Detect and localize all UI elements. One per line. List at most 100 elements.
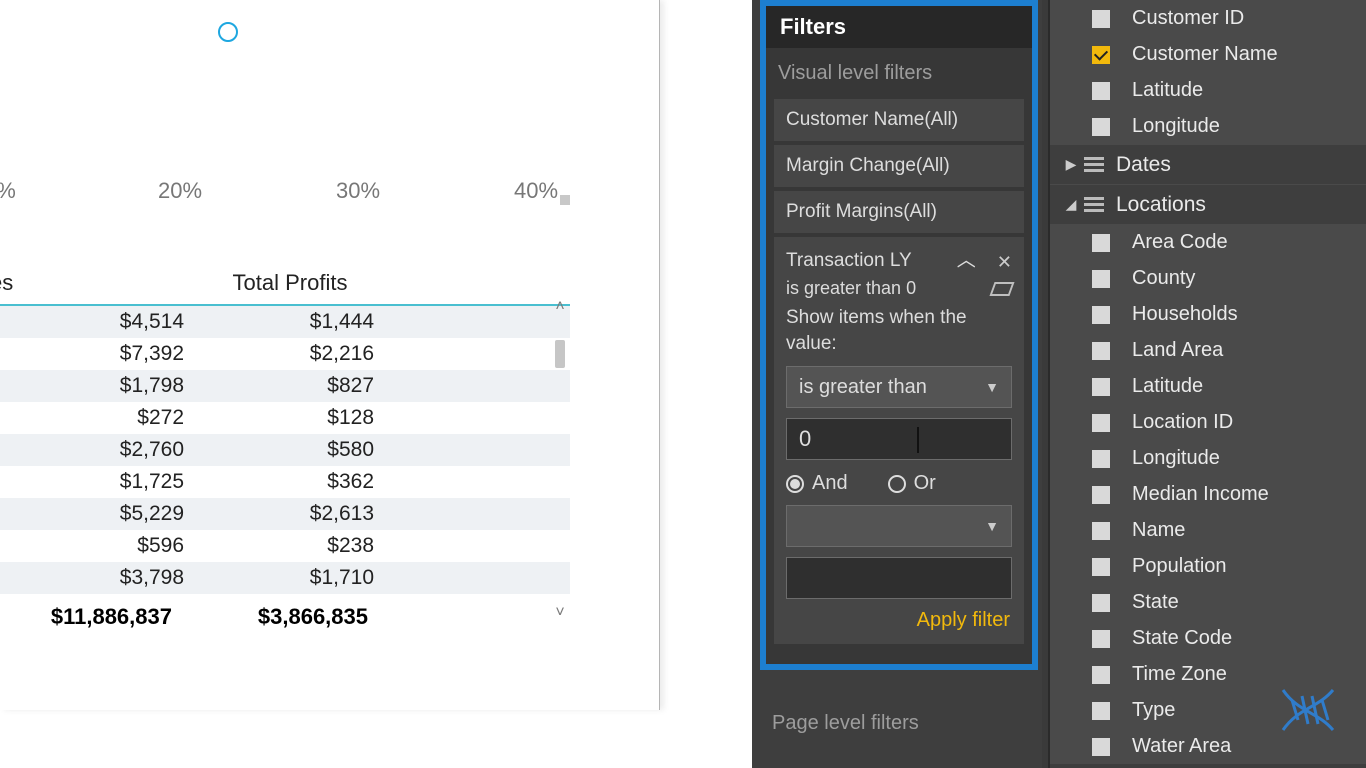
checkbox-icon[interactable] (1092, 414, 1110, 432)
cell: $4,514 (26, 310, 196, 334)
clear-filter-icon[interactable] (989, 282, 1014, 296)
cell: $238 (196, 534, 386, 558)
radio-or[interactable]: Or (888, 472, 936, 495)
table-row[interactable]: $1,725$362 (0, 466, 570, 498)
cell: $827 (196, 374, 386, 398)
field-customer-name[interactable]: Customer Name (1050, 36, 1366, 72)
col-header[interactable]: Total Profits (190, 270, 390, 296)
filter-condition-text: is greater than 0 (786, 278, 916, 299)
table-dates[interactable]: ▶Dates (1050, 144, 1366, 184)
scatter-chart[interactable]: % 20% 30% 40% (0, 0, 570, 230)
field-state-code[interactable]: State Code (1050, 620, 1366, 656)
checkbox-icon[interactable] (1092, 594, 1110, 612)
table-row[interactable]: $7,392$2,216 (0, 338, 570, 370)
checkbox-icon[interactable] (1092, 46, 1110, 64)
field-households[interactable]: Households (1050, 296, 1366, 332)
field-time-zone[interactable]: Time Zone (1050, 656, 1366, 692)
filter-card-profit-margins[interactable]: Profit Margins(All) (774, 191, 1024, 233)
table-body: $4,514$1,444$7,392$2,216$1,798$827$272$1… (0, 306, 570, 594)
total-cell: $3,866,835 (190, 604, 380, 630)
radio-and[interactable]: And (786, 472, 848, 495)
fields-pane: Customer IDCustomer Name Latitude Longitud… (1048, 0, 1366, 768)
checkbox-icon[interactable] (1092, 630, 1110, 648)
x-tick: 20% (158, 178, 202, 204)
checkbox-icon[interactable] (1092, 558, 1110, 576)
expand-icon[interactable]: ▶ (1064, 156, 1078, 173)
x-tick: % (0, 178, 16, 204)
checkbox-icon[interactable] (1092, 306, 1110, 324)
table-row[interactable]: $4,514$1,444 (0, 306, 570, 338)
field-label: Latitude (1132, 79, 1203, 102)
visual-level-filters-label: Visual level filters (766, 48, 1032, 95)
field-longitude[interactable]: Longitude (1050, 108, 1366, 144)
checkbox-icon[interactable] (1092, 10, 1110, 28)
field-longitude[interactable]: Longitude (1050, 440, 1366, 476)
table-scrollbar[interactable]: ˄ ˅ (552, 300, 568, 620)
field-land-area[interactable]: Land Area (1050, 332, 1366, 368)
field-area-code[interactable]: Area Code (1050, 224, 1366, 260)
filters-pane: Filters Visual level filters Customer Na… (752, 0, 1042, 768)
radio-label: And (812, 472, 848, 495)
field-customer-id[interactable]: Customer ID (1050, 0, 1366, 36)
apply-filter-label: Apply filter (917, 609, 1010, 631)
table-row[interactable]: $596$238 (0, 530, 570, 562)
checkbox-icon[interactable] (1092, 450, 1110, 468)
field-location-id[interactable]: Location ID (1050, 404, 1366, 440)
checkbox-icon[interactable] (1092, 486, 1110, 504)
value-input-2[interactable] (786, 557, 1012, 599)
table-row[interactable]: $3,798$1,710 (0, 562, 570, 594)
close-icon[interactable]: ✕ (997, 252, 1012, 272)
filters-title: Filters (766, 6, 1032, 48)
field-label: Latitude (1132, 375, 1203, 398)
checkbox-icon[interactable] (1092, 342, 1110, 360)
checkbox-icon[interactable] (1092, 738, 1110, 756)
cell: $1,444 (196, 310, 386, 334)
table-header: es Total Profits (0, 270, 570, 306)
checkbox-icon[interactable] (1092, 702, 1110, 720)
expand-icon[interactable]: ◢ (1064, 196, 1078, 213)
operator-select-2[interactable]: ▼ (786, 505, 1012, 547)
checkbox-icon[interactable] (1092, 270, 1110, 288)
apply-filter-link[interactable]: Apply filter (774, 599, 1024, 642)
collapse-icon[interactable]: ︿ (957, 245, 976, 272)
table-row[interactable]: $272$128 (0, 402, 570, 434)
table-locations[interactable]: ◢Locations (1050, 184, 1366, 224)
field-water-area[interactable]: Water Area (1050, 728, 1366, 764)
table-row[interactable]: $5,229$2,613 (0, 498, 570, 530)
checkbox-icon[interactable] (1092, 522, 1110, 540)
field-latitude[interactable]: Latitude (1050, 72, 1366, 108)
scroll-down-icon[interactable]: ˅ (552, 606, 568, 620)
field-population[interactable]: Population (1050, 548, 1366, 584)
col-header[interactable] (30, 270, 190, 296)
checkbox-icon[interactable] (1092, 234, 1110, 252)
table-row[interactable]: $2,760$580 (0, 434, 570, 466)
checkbox-icon[interactable] (1092, 378, 1110, 396)
field-name[interactable]: Name (1050, 512, 1366, 548)
checkbox-icon[interactable] (1092, 82, 1110, 100)
field-median-income[interactable]: Median Income (1050, 476, 1366, 512)
data-table[interactable]: es Total Profits $4,514$1,444$7,392$2,21… (0, 270, 570, 630)
operator-select[interactable]: is greater than ▼ (786, 366, 1012, 408)
scroll-up-icon[interactable]: ˄ (552, 300, 568, 314)
filter-card-margin-change[interactable]: Margin Change(All) (774, 145, 1024, 187)
field-county[interactable]: County (1050, 260, 1366, 296)
canvas-inner: % 20% 30% 40% es Total Profits $4,514$1,… (0, 0, 660, 710)
field-type[interactable]: Type (1050, 692, 1366, 728)
field-label: Location ID (1132, 411, 1233, 434)
scroll-thumb[interactable] (555, 340, 565, 368)
field-label: County (1132, 267, 1195, 290)
total-cell: $11,886,837 (20, 604, 190, 630)
scatter-point[interactable] (218, 22, 238, 42)
checkbox-icon[interactable] (1092, 118, 1110, 136)
field-label: Longitude (1132, 115, 1220, 138)
field-state[interactable]: State (1050, 584, 1366, 620)
value-input-1[interactable]: 0 (786, 418, 1012, 460)
filter-card-transaction-ly[interactable]: Transaction LY ︿ ✕ is greater than 0 Sho… (774, 237, 1024, 644)
field-latitude[interactable]: Latitude (1050, 368, 1366, 404)
table-row[interactable]: $1,798$827 (0, 370, 570, 402)
filter-card-customer-name[interactable]: Customer Name(All) (774, 99, 1024, 141)
col-header[interactable]: es (0, 270, 30, 296)
field-label: Name (1132, 519, 1185, 542)
resize-handle[interactable] (560, 195, 570, 205)
checkbox-icon[interactable] (1092, 666, 1110, 684)
